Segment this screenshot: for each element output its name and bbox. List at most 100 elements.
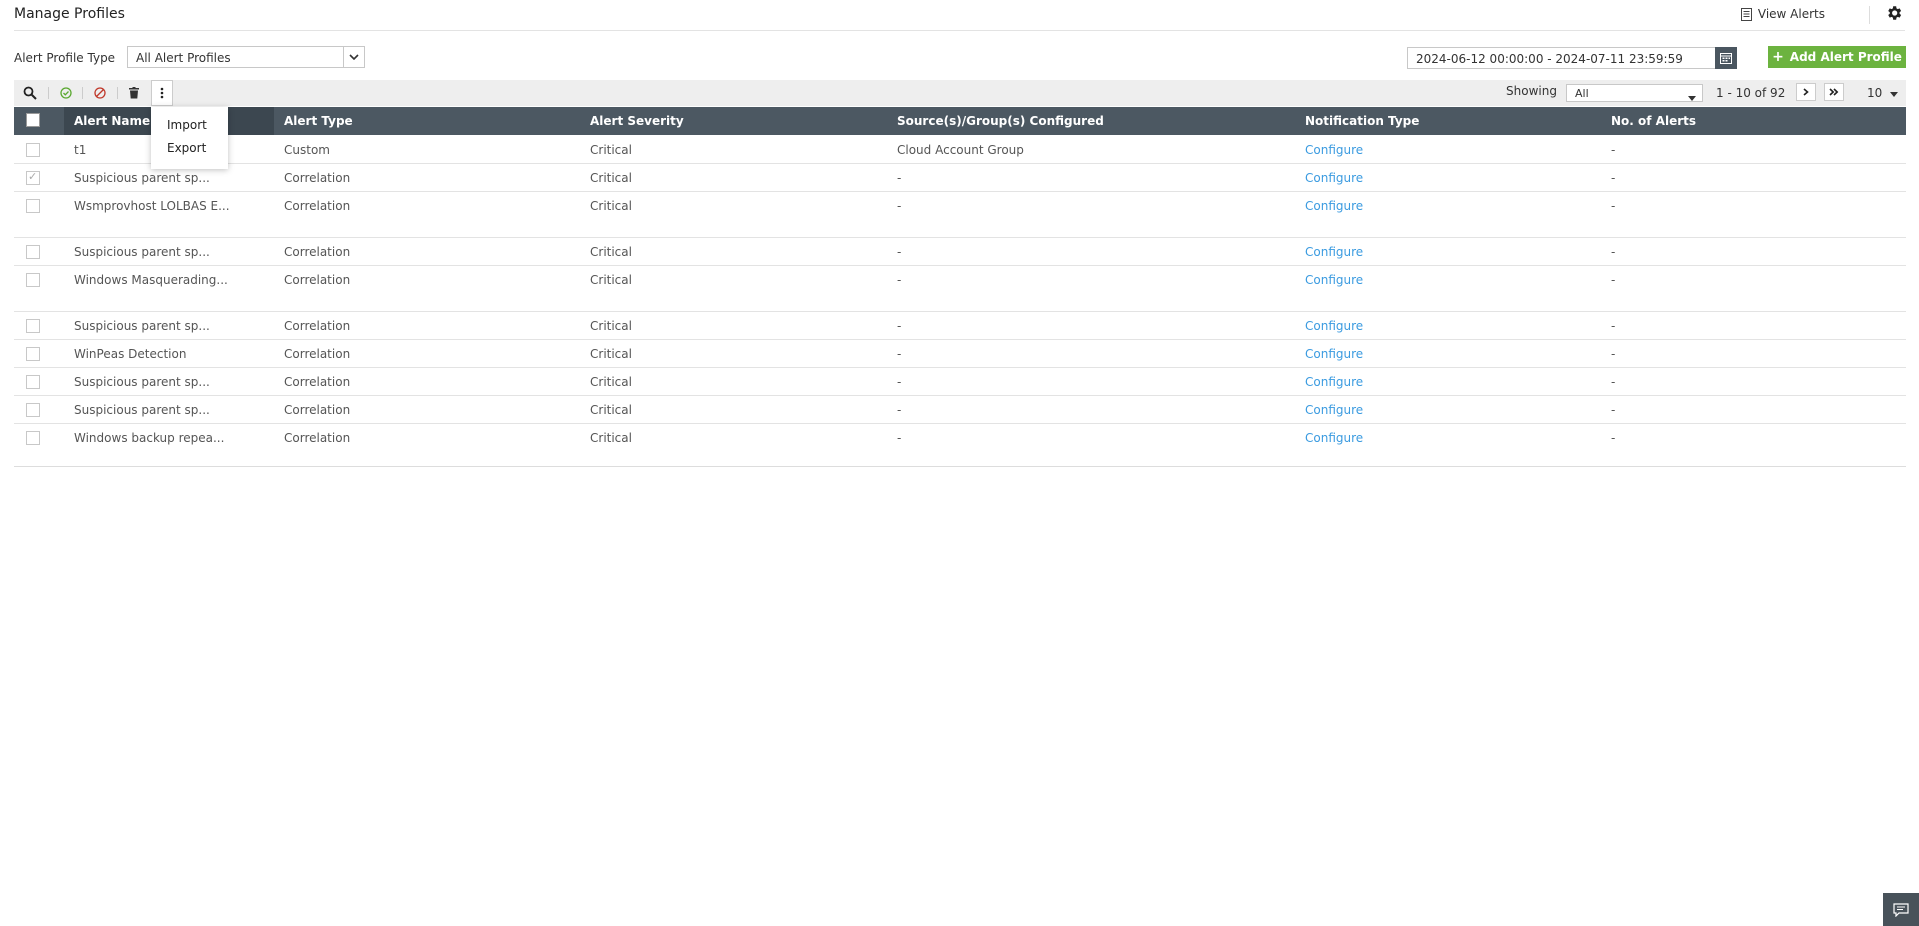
showing-select[interactable]: All	[1566, 84, 1703, 102]
chat-icon	[1893, 902, 1909, 917]
alert-count-cell: -	[1611, 245, 1616, 259]
row-checkbox[interactable]	[26, 375, 40, 389]
export-menu-item[interactable]: Export	[167, 141, 206, 155]
row-checkbox[interactable]	[26, 431, 40, 445]
configure-notification-link[interactable]: Configure	[1305, 403, 1363, 417]
add-alert-profile-button[interactable]: + Add Alert Profile	[1768, 46, 1906, 68]
alert-name-cell[interactable]: t1	[74, 143, 86, 157]
page-header: Manage Profiles View Alerts	[14, 0, 1905, 31]
notification-type-header[interactable]: Notification Type	[1305, 114, 1419, 128]
alert-name-cell[interactable]: Suspicious parent sp...	[74, 171, 210, 185]
alert-type-cell: Correlation	[284, 375, 351, 389]
alert-count-cell: -	[1611, 171, 1616, 185]
configure-notification-link[interactable]: Configure	[1305, 245, 1363, 259]
page-title: Manage Profiles	[14, 6, 125, 22]
row-checkbox[interactable]	[26, 245, 40, 259]
select-all-checkbox[interactable]	[26, 113, 40, 127]
alert-name-cell[interactable]: Windows Masquerading...	[74, 273, 228, 287]
alert-count-cell: -	[1611, 319, 1616, 333]
search-icon[interactable]	[20, 83, 40, 103]
alert-count-cell: -	[1611, 347, 1616, 361]
view-alerts-label: View Alerts	[1757, 7, 1825, 21]
alert-count-cell: -	[1611, 143, 1616, 157]
last-page-button[interactable]	[1824, 83, 1844, 101]
alert-name-cell[interactable]: Windows backup repea...	[74, 431, 224, 445]
calendar-icon[interactable]	[1715, 47, 1737, 69]
settings-gear-icon[interactable]	[1885, 4, 1905, 24]
table-row[interactable]: WinPeas Detection Correlation Critical -…	[14, 340, 1906, 368]
table-header: Alert Name Alert Type Alert Severity Sou…	[14, 107, 1906, 135]
configure-notification-link[interactable]: Configure	[1305, 319, 1363, 333]
table-row[interactable]: Suspicious parent sp... Correlation Crit…	[14, 164, 1906, 192]
date-range-field[interactable]: 2024-06-12 00:00:00 - 2024-07-11 23:59:5…	[1407, 47, 1737, 69]
showing-value: All	[1575, 87, 1589, 100]
configure-notification-link[interactable]: Configure	[1305, 347, 1363, 361]
sources-cell: -	[897, 245, 902, 259]
double-chevron-right-icon	[1829, 88, 1839, 96]
more-options-icon[interactable]	[151, 80, 173, 106]
table-row[interactable]: Suspicious parent sp... Correlation Crit…	[14, 312, 1906, 340]
alert-name-cell[interactable]: Suspicious parent sp...	[74, 319, 210, 333]
alert-severity-cell: Critical	[590, 375, 632, 389]
sources-cell: -	[897, 319, 902, 333]
row-checkbox[interactable]	[26, 170, 40, 185]
view-alerts-link[interactable]: View Alerts	[1740, 7, 1825, 21]
delete-icon[interactable]	[124, 83, 144, 103]
alert-name-column-label: Alert Name	[74, 114, 151, 128]
enable-icon[interactable]	[56, 83, 76, 103]
configure-notification-link[interactable]: Configure	[1305, 375, 1363, 389]
caret-down-icon	[1688, 90, 1696, 104]
configure-notification-link[interactable]: Configure	[1305, 171, 1363, 185]
alert-name-cell[interactable]: Suspicious parent sp...	[74, 403, 210, 417]
row-checkbox[interactable]	[26, 273, 40, 287]
sources-groups-header[interactable]: Source(s)/Group(s) Configured	[897, 114, 1104, 128]
alert-name-cell[interactable]: Wsmprovhost LOLBAS E...	[74, 199, 230, 213]
alert-type-header[interactable]: Alert Type	[284, 114, 353, 128]
alert-severity-cell: Critical	[590, 245, 632, 259]
showing-label: Showing	[1506, 84, 1557, 98]
row-checkbox[interactable]	[26, 143, 40, 157]
table-row[interactable]: Windows backup repea... Correlation Crit…	[14, 424, 1906, 466]
row-checkbox[interactable]	[26, 319, 40, 333]
table-row[interactable]: Suspicious parent sp... Correlation Crit…	[14, 238, 1906, 266]
alert-type-cell: Correlation	[284, 403, 351, 417]
sources-cell: -	[897, 375, 902, 389]
alert-type-cell: Custom	[284, 143, 330, 157]
alert-severity-cell: Critical	[590, 431, 632, 445]
chevron-down-icon	[343, 47, 364, 67]
alert-type-cell: Correlation	[284, 171, 351, 185]
alert-name-cell[interactable]: WinPeas Detection	[74, 347, 186, 361]
table-row[interactable]: t1 Custom Critical Cloud Account Group C…	[14, 136, 1906, 164]
import-menu-item[interactable]: Import	[167, 118, 207, 132]
alert-severity-cell: Critical	[590, 273, 632, 287]
next-page-button[interactable]	[1796, 83, 1816, 101]
alert-severity-header[interactable]: Alert Severity	[590, 114, 684, 128]
per-page-select[interactable]: 10	[1867, 86, 1899, 100]
alert-name-cell[interactable]: Suspicious parent sp...	[74, 375, 210, 389]
alert-profile-type-select[interactable]: All Alert Profiles	[127, 46, 365, 68]
chat-button[interactable]	[1883, 893, 1919, 926]
header-divider	[1869, 6, 1870, 24]
sources-cell: -	[897, 171, 902, 185]
row-checkbox[interactable]	[26, 347, 40, 361]
row-checkbox[interactable]	[26, 403, 40, 417]
chevron-right-icon	[1803, 88, 1809, 96]
table-row[interactable]: Suspicious parent sp... Correlation Crit…	[14, 396, 1906, 424]
alert-count-cell: -	[1611, 431, 1616, 445]
alert-name-cell[interactable]: Suspicious parent sp...	[74, 245, 210, 259]
alert-count-cell: -	[1611, 199, 1616, 213]
table-row[interactable]: Windows Masquerading... Correlation Crit…	[14, 266, 1906, 312]
configure-notification-link[interactable]: Configure	[1305, 431, 1363, 445]
plus-icon: +	[1772, 49, 1784, 65]
row-checkbox[interactable]	[26, 199, 40, 213]
configure-notification-link[interactable]: Configure	[1305, 273, 1363, 287]
table-row[interactable]: Suspicious parent sp... Correlation Crit…	[14, 368, 1906, 396]
caret-down-icon	[1890, 92, 1899, 97]
toolbar-divider	[48, 87, 49, 99]
table-row[interactable]: Wsmprovhost LOLBAS E... Correlation Crit…	[14, 192, 1906, 238]
disable-icon[interactable]	[90, 83, 110, 103]
configure-notification-link[interactable]: Configure	[1305, 199, 1363, 213]
alert-count-header[interactable]: No. of Alerts	[1611, 114, 1696, 128]
toolbar-divider	[117, 87, 118, 99]
configure-notification-link[interactable]: Configure	[1305, 143, 1363, 157]
